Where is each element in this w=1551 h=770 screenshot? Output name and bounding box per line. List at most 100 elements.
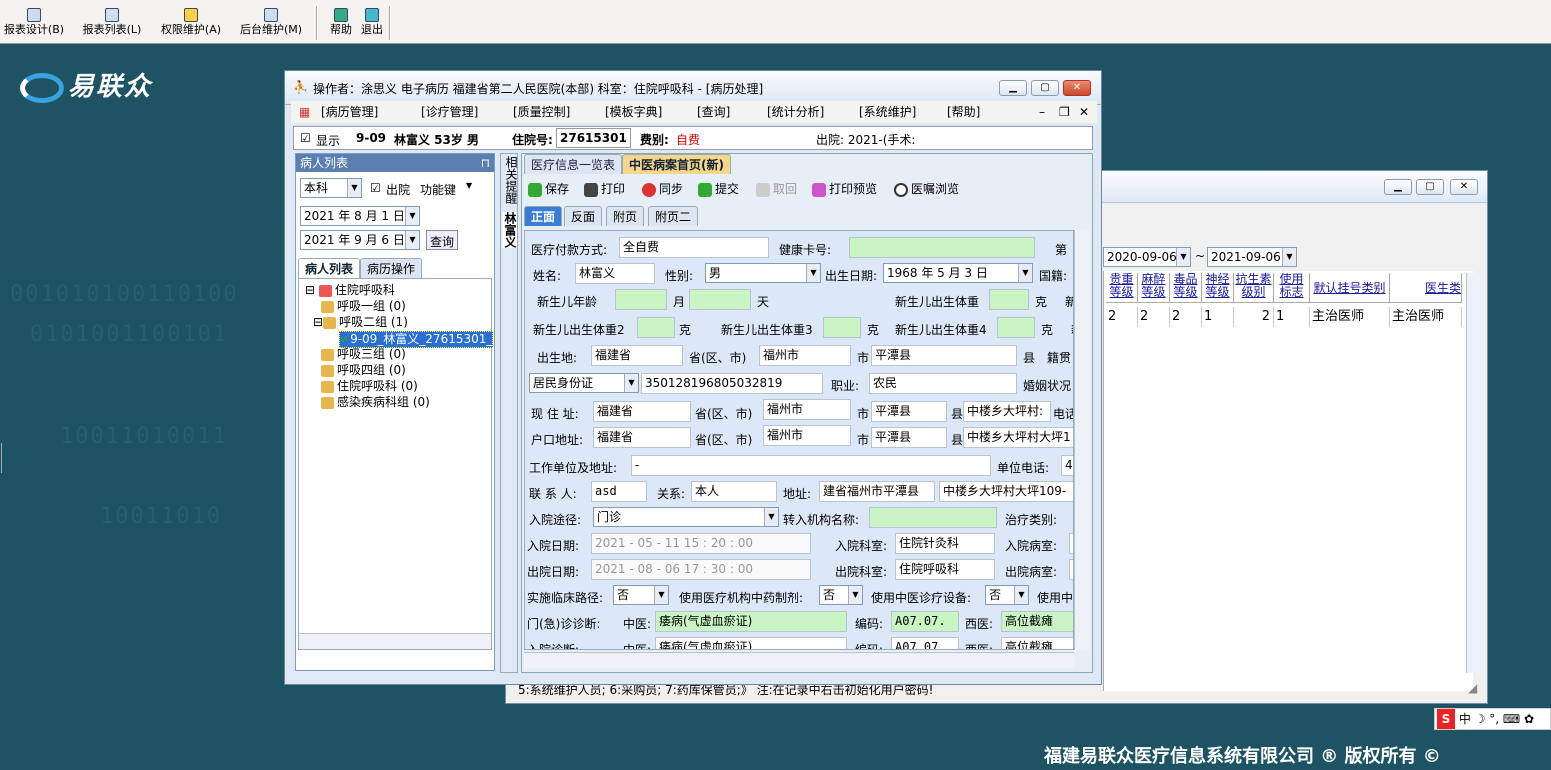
pin-icon[interactable]: ⊓ — [481, 154, 494, 172]
mdi-minimize-icon[interactable]: – — [1039, 101, 1045, 123]
id-type-select[interactable]: 居民身份证 ▼ — [529, 373, 639, 393]
minimize-button[interactable]: ▁ — [999, 80, 1027, 96]
admission-code-field[interactable]: A07.07. — [891, 637, 959, 649]
newborn-weight-2-field[interactable] — [637, 317, 675, 338]
close-button[interactable]: ✕ — [1450, 179, 1478, 195]
mdi-close-icon[interactable]: ✕ — [1079, 101, 1089, 123]
column-header[interactable]: 神经等级 — [1202, 273, 1234, 303]
health-card-field[interactable] — [849, 237, 1035, 258]
help-button[interactable]: 帮助 — [326, 8, 356, 42]
discharge-date-picker[interactable]: 2021 - 08 - 06 17 : 30 : 00 — [591, 559, 811, 580]
minimize-button[interactable]: ▁ — [1384, 179, 1412, 195]
vertical-scrollbar[interactable] — [1466, 273, 1482, 673]
menu-item-system[interactable]: [系统维护] — [859, 101, 916, 123]
column-header[interactable]: 毒品等级 — [1170, 273, 1202, 303]
workplace-field[interactable]: - — [631, 455, 991, 476]
tab-appendix[interactable]: 附页 — [606, 206, 645, 226]
newborn-weight-field[interactable] — [989, 289, 1029, 310]
contact-address-field[interactable]: 建省福州市平潭县 — [819, 481, 935, 502]
tree-node[interactable]: 感染疾病科组 (0) — [321, 395, 430, 410]
menu-item-records[interactable]: [病历管理] — [321, 101, 378, 123]
tree-node-selected-patient[interactable]: ✔9-09_林富义_27615301_ — [339, 331, 494, 348]
tree-node[interactable]: 呼吸四组 (0) — [321, 363, 406, 378]
current-city-field[interactable]: 福州市 — [763, 399, 851, 420]
order-browse-button[interactable]: 医嘱浏览 — [894, 180, 959, 198]
current-county-field[interactable]: 平潭县 — [871, 401, 947, 422]
contact-address-detail-field[interactable]: 中楼乡大坪村大坪109- — [939, 481, 1073, 502]
date-from-picker[interactable]: 2021 年 8 月 1 日 ▼ — [300, 206, 420, 226]
tab-front[interactable]: 正面 — [524, 206, 563, 226]
menu-item-templates[interactable]: [模板字典] — [605, 101, 662, 123]
close-button[interactable]: ✕ — [1063, 80, 1091, 96]
discharged-checkbox[interactable]: ☑ — [370, 181, 381, 195]
query-button[interactable]: 查询 — [426, 230, 459, 250]
newborn-age-month-field[interactable] — [615, 289, 667, 310]
show-checkbox[interactable]: ☑ — [300, 131, 311, 145]
print-preview-button[interactable]: 打印预览 — [812, 180, 877, 198]
occupation-field[interactable]: 农民 — [869, 373, 1017, 394]
tab-appendix-2[interactable]: 附页二 — [648, 206, 699, 226]
newborn-weight-3-field[interactable] — [823, 317, 861, 338]
permission-button[interactable]: 权限维护(A) — [157, 8, 225, 42]
hukou-city-field[interactable]: 福州市 — [763, 425, 851, 446]
save-button[interactable]: 保存 — [528, 180, 569, 198]
relation-field[interactable]: 本人 — [691, 481, 777, 502]
admission-tcm-diagnosis-field[interactable]: 痿病(气虚血瘀证) — [655, 637, 847, 649]
form-horizontal-scrollbar[interactable] — [524, 652, 1074, 668]
admission-date-picker[interactable]: 2021 - 05 - 11 15 : 20 : 00 — [591, 533, 811, 554]
current-province-field[interactable]: 福建省 — [593, 401, 691, 422]
menu-item-query[interactable]: [查询] — [697, 101, 730, 123]
herb-preparation-select[interactable]: 否 ▼ — [819, 585, 863, 605]
menu-item-help[interactable]: [帮助] — [947, 101, 980, 123]
mdi-restore-icon[interactable]: ❐ — [1059, 101, 1070, 123]
newborn-weight-4-field[interactable] — [997, 317, 1035, 338]
work-phone-field[interactable]: 48 — [1061, 455, 1073, 476]
date-to-combo[interactable]: 2021-09-06 ▼ — [1207, 247, 1297, 267]
form-vertical-scrollbar[interactable] — [1074, 230, 1090, 650]
tab-patient-list[interactable]: 病人列表 — [298, 258, 361, 278]
birthplace-county-field[interactable]: 平潭县 — [871, 345, 1017, 366]
newborn-age-day-field[interactable] — [689, 289, 751, 310]
birthplace-province-field[interactable]: 福建省 — [591, 345, 683, 366]
column-header[interactable]: 默认挂号类别 — [1310, 273, 1390, 303]
birthplace-city-field[interactable]: 福州市 — [759, 345, 851, 366]
maintenance-button[interactable]: 后台维护(M) — [237, 8, 305, 42]
ime-toolbar[interactable]: S 中 ☽ °, ⌨ ✿ — [1434, 708, 1551, 730]
exit-button[interactable]: 退出 — [357, 8, 387, 42]
admission-dept-field[interactable]: 住院针灸科 — [895, 533, 995, 554]
outpatient-western-diagnosis-field[interactable]: 高位截瘫 — [1001, 611, 1073, 632]
retrieve-button[interactable]: 取回 — [756, 180, 797, 198]
column-header[interactable]: 贵重等级 — [1106, 273, 1138, 303]
contact-person-field[interactable]: asd — [591, 481, 647, 502]
name-field[interactable]: 林富义 — [575, 263, 655, 284]
maximize-button[interactable]: ▢ — [1031, 80, 1059, 96]
date-to-picker[interactable]: 2021 年 9 月 6 日 ▼ — [300, 230, 420, 250]
column-header[interactable]: 医生类 — [1390, 273, 1462, 303]
hukou-address-detail-field[interactable]: 中楼乡大坪村大坪1 — [963, 427, 1073, 448]
current-address-detail-field[interactable]: 中楼乡大坪村: — [963, 401, 1051, 422]
tab-record-ops[interactable]: 病历操作 — [360, 258, 423, 278]
column-header[interactable]: 抗生素级别 — [1234, 273, 1274, 303]
id-number-field[interactable]: 350128196805032819 — [641, 373, 823, 394]
tree-node[interactable]: 呼吸一组 (0) — [321, 299, 406, 314]
horizontal-scrollbar[interactable] — [299, 633, 491, 649]
sex-select[interactable]: 男 ▼ — [705, 263, 821, 283]
print-button[interactable]: 打印 — [584, 180, 625, 198]
column-header[interactable]: 麻醉等级 — [1138, 273, 1170, 303]
hukou-county-field[interactable]: 平潭县 — [871, 427, 947, 448]
transfer-institution-field[interactable] — [869, 507, 997, 528]
date-from-combo[interactable]: 2020-09-06 ▼ — [1103, 247, 1191, 267]
resize-grip-icon[interactable]: ◢ — [1468, 681, 1477, 695]
tab-reminders[interactable]: 相关提醒 — [503, 156, 518, 204]
outpatient-tcm-diagnosis-field[interactable]: 痿病(气虚血瘀证) — [655, 611, 847, 632]
tab-tcm-homepage[interactable]: 中医病案首页(新) — [622, 154, 731, 174]
submit-button[interactable]: 提交 — [698, 180, 739, 198]
discharge-dept-field[interactable]: 住院呼吸科 — [895, 559, 995, 580]
maximize-button[interactable]: ▢ — [1416, 179, 1444, 195]
hukou-province-field[interactable]: 福建省 — [593, 427, 691, 448]
admission-route-select[interactable]: 门诊 ▼ — [593, 507, 779, 527]
outpatient-code-field[interactable]: A07.07. — [891, 611, 959, 632]
column-header[interactable]: 使用标志 — [1274, 273, 1310, 303]
dept-combo[interactable]: 本科 ▼ — [300, 178, 362, 198]
sync-button[interactable]: 同步 — [642, 180, 683, 198]
